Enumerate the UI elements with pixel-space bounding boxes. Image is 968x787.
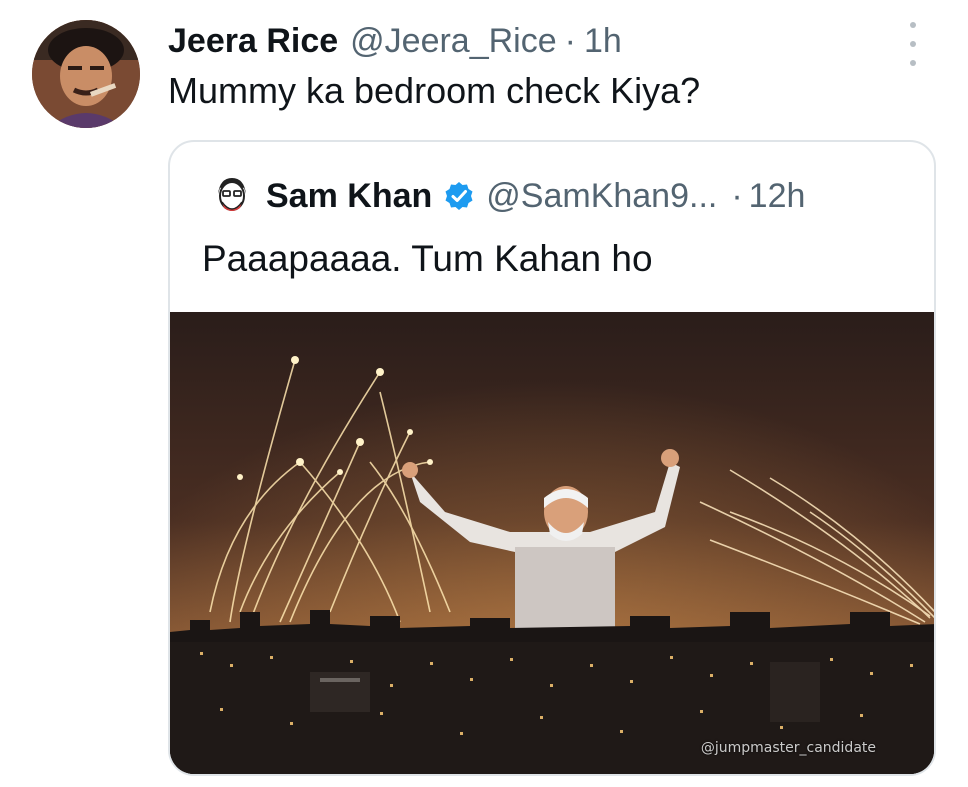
quoted-tweet-image[interactable]: @jumpmaster_candidate [170,312,934,774]
separator-dot: · [564,21,576,60]
quoted-author-avatar[interactable] [210,174,254,218]
more-dot [910,22,916,28]
quoted-author-handle[interactable]: @SamKhan9... [486,177,717,216]
author-avatar[interactable] [32,20,140,128]
image-watermark: @jumpmaster_candidate [700,740,876,756]
tweet-header: Jeera Rice @Jeera_Rice · 1h [168,16,622,66]
quoted-author-name[interactable]: Sam Khan [266,177,432,216]
tweet[interactable]: Jeera Rice @Jeera_Rice · 1h Mummy ka bed… [0,0,968,787]
quoted-tweet-text: Paaapaaaa. Tum Kahan ho [202,238,653,279]
more-vertical-icon[interactable] [898,22,928,66]
tweet-timestamp[interactable]: 1h [584,22,622,61]
quoted-tweet-timestamp[interactable]: 12h [749,177,806,216]
more-dot [910,60,916,66]
more-dot [910,41,916,47]
verified-badge-icon [444,181,474,211]
tweet-text: Mummy ka bedroom check Kiya? [168,70,701,111]
quoted-tweet-header: Sam Khan @SamKhan9... · 12h [266,170,805,222]
separator-dot: · [731,176,743,215]
author-name[interactable]: Jeera Rice [168,22,338,61]
author-handle[interactable]: @Jeera_Rice [350,22,557,61]
quoted-tweet[interactable]: Sam Khan @SamKhan9... · 12h Paaapaaaa. T… [168,140,936,776]
